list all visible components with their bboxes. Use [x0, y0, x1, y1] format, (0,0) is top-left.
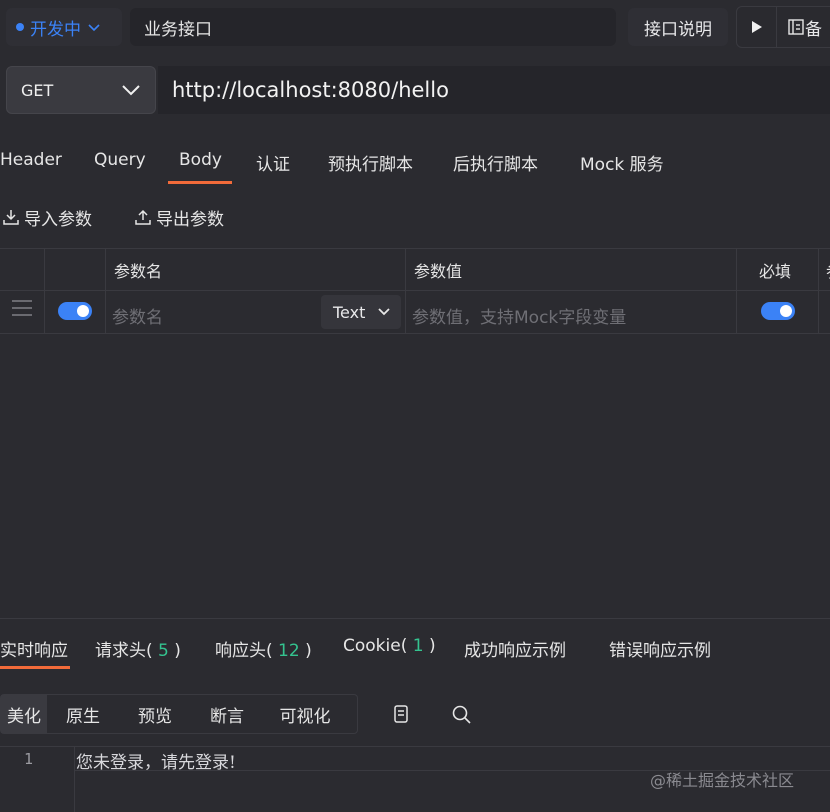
tab-auth[interactable]: 认证 — [256, 150, 290, 178]
drag-handle-icon[interactable] — [12, 300, 32, 318]
toggle-knob — [77, 305, 89, 317]
export-params-label: 导出参数 — [156, 209, 224, 230]
format-assert-button[interactable]: 断言 — [191, 695, 263, 733]
tab-success-example[interactable]: 成功响应示例 — [464, 636, 566, 661]
search-icon[interactable] — [450, 703, 472, 725]
param-value-input[interactable]: 参数值，支持Mock字段变量 — [412, 303, 626, 328]
tab-request-headers[interactable]: 请求头( 5 ) — [95, 636, 181, 661]
table-col-divider — [405, 248, 406, 334]
copy-icon[interactable] — [390, 703, 412, 725]
tab-mock[interactable]: Mock 服务 — [580, 150, 664, 178]
format-visualize-button[interactable]: 可视化 — [263, 695, 347, 733]
upload-icon — [135, 209, 151, 225]
column-header-value: 参数值 — [414, 262, 463, 281]
tab-header[interactable]: Header — [0, 150, 62, 178]
line-number: 1 — [24, 750, 34, 768]
status-label: 开发中 — [30, 19, 81, 40]
toggle-knob — [780, 305, 792, 317]
table-col-divider — [736, 248, 737, 334]
active-tab-indicator — [168, 181, 232, 184]
watermark: @稀土掘金技术社区 — [650, 771, 795, 790]
save-button-label: 备 — [805, 19, 822, 40]
table-col-divider — [818, 248, 819, 334]
response-body-text: 您未登录，请先登录! — [76, 753, 236, 773]
column-header-required: 必填 — [759, 262, 792, 281]
tab-response-headers[interactable]: 响应头( 12 ) — [215, 636, 312, 661]
tab-error-example[interactable]: 错误响应示例 — [609, 636, 711, 661]
column-header-extra: 参 — [826, 258, 830, 282]
format-preview-button[interactable]: 预览 — [119, 695, 191, 733]
format-pretty-button[interactable]: 美化 — [1, 695, 47, 733]
active-response-tab-indicator — [0, 666, 70, 669]
tab-cookie[interactable]: Cookie( 1 ) — [343, 636, 436, 656]
editor-gutter-divider — [74, 746, 75, 812]
api-name-input[interactable]: 业务接口 — [130, 8, 616, 46]
method-select[interactable]: GET — [6, 66, 156, 114]
export-params-button[interactable]: 导出参数 — [134, 205, 224, 230]
editor-top-border — [0, 746, 830, 747]
save-doc-icon — [788, 19, 804, 35]
panel-divider — [0, 618, 830, 619]
table-col-divider — [44, 248, 45, 334]
tab-post-script[interactable]: 后执行脚本 — [453, 150, 538, 178]
tab-query[interactable]: Query — [94, 150, 146, 178]
import-params-button[interactable]: 导入参数 — [2, 205, 92, 230]
url-input[interactable]: http://localhost:8080/hello — [158, 66, 830, 114]
import-params-label: 导入参数 — [24, 209, 92, 230]
run-button[interactable] — [737, 7, 777, 47]
api-doc-button[interactable]: 接口说明 — [628, 8, 728, 46]
enable-toggle[interactable] — [58, 302, 92, 320]
table-col-divider — [105, 248, 106, 334]
format-toolbar: 美化 原生 预览 断言 可视化 — [0, 694, 358, 734]
column-header-name: 参数名 — [114, 262, 163, 281]
chevron-down-icon — [88, 24, 100, 32]
chevron-down-icon — [378, 308, 390, 316]
chevron-down-icon — [122, 85, 140, 96]
param-name-input[interactable]: 参数名 — [112, 303, 163, 328]
status-select[interactable]: 开发中 — [6, 8, 122, 46]
param-type-select[interactable]: Text — [321, 295, 401, 329]
table-header-divider — [0, 290, 830, 291]
save-button[interactable]: 备 — [777, 15, 822, 40]
table-border-top — [0, 248, 830, 249]
format-raw-button[interactable]: 原生 — [47, 695, 119, 733]
tab-pre-script[interactable]: 预执行脚本 — [328, 150, 413, 178]
status-dot — [16, 23, 24, 31]
param-type-label: Text — [333, 302, 366, 322]
play-icon — [751, 21, 762, 33]
run-save-group: 备 — [736, 6, 830, 48]
required-toggle[interactable] — [761, 302, 795, 320]
method-label: GET — [21, 80, 54, 100]
tab-body[interactable]: Body — [179, 150, 222, 178]
download-icon — [3, 210, 19, 225]
table-row-divider — [0, 333, 830, 334]
tab-live-response[interactable]: 实时响应 — [0, 636, 68, 661]
